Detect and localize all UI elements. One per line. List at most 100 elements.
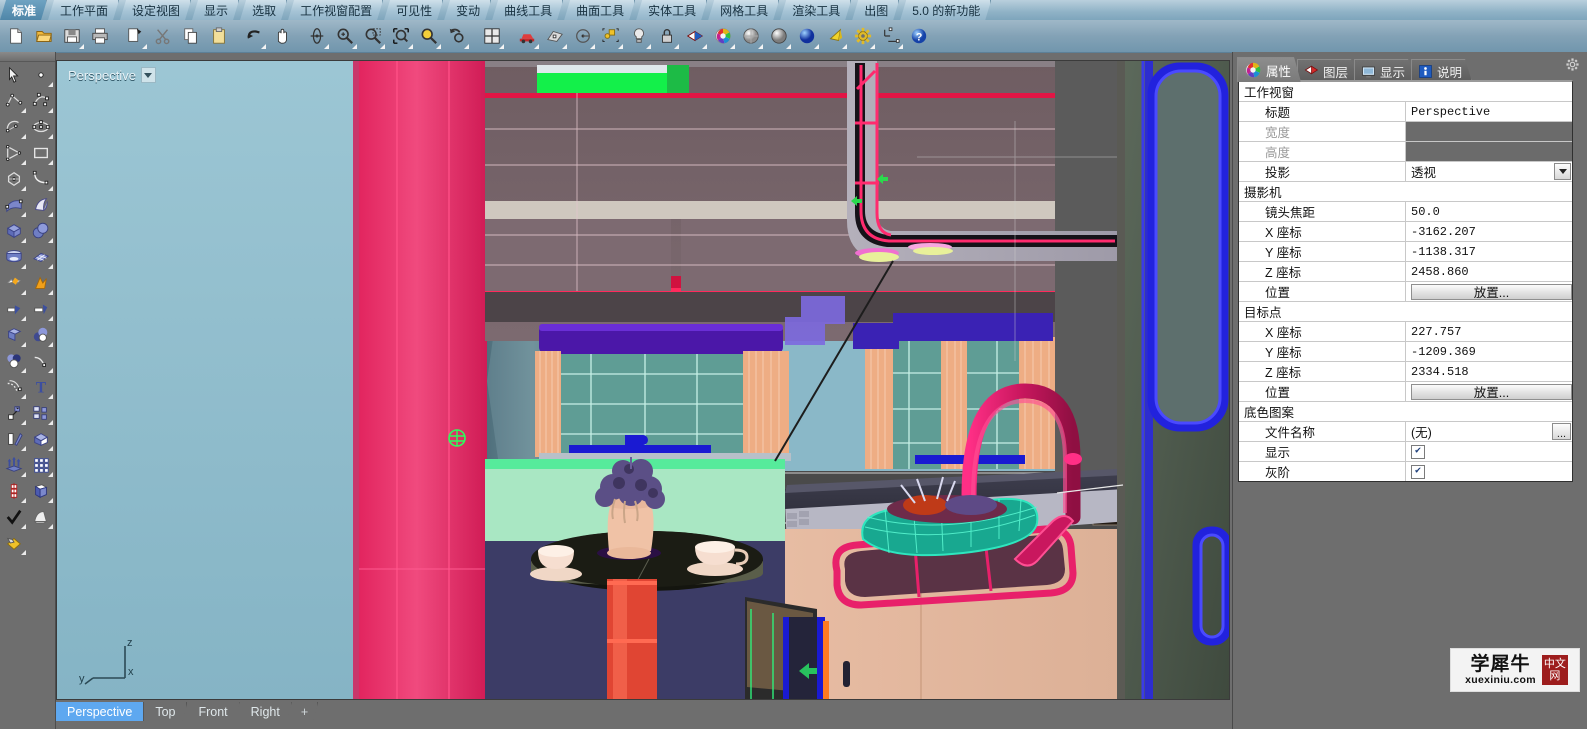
named-cplane-icon[interactable] <box>569 22 596 50</box>
surface-from-curves-icon[interactable] <box>0 192 27 218</box>
menu-tab-11[interactable]: 网格工具 <box>708 0 779 20</box>
property-file-cell[interactable]: (无)... <box>1406 422 1572 441</box>
flyout-arrow-icon[interactable] <box>814 44 819 49</box>
flyout-arrow-icon[interactable] <box>48 368 53 373</box>
viewport-menu-chevron-icon[interactable] <box>140 67 156 83</box>
menu-tab-0[interactable]: 标准 <box>0 0 47 20</box>
flyout-arrow-icon[interactable] <box>21 368 26 373</box>
mesh-plane-icon[interactable] <box>27 244 54 270</box>
flyout-arrow-icon[interactable] <box>21 446 26 451</box>
render-material-icon[interactable] <box>0 530 27 556</box>
flyout-arrow-icon[interactable] <box>870 44 875 49</box>
panel-options-gear-icon[interactable] <box>1565 57 1580 72</box>
select-arrow-icon[interactable] <box>0 62 27 88</box>
undo-icon[interactable] <box>240 22 267 50</box>
rectangle-icon[interactable] <box>27 140 54 166</box>
save-icon[interactable] <box>58 22 85 50</box>
text-tool-icon[interactable]: T <box>27 374 54 400</box>
fillet-edge-icon[interactable] <box>0 322 27 348</box>
color-wheel-icon[interactable] <box>709 22 736 50</box>
menu-tab-5[interactable]: 工作视窗配置 <box>288 0 383 20</box>
zoom-extents-icon[interactable] <box>387 22 414 50</box>
menu-tab-7[interactable]: 变动 <box>444 0 491 20</box>
panel-tab-0[interactable]: 属性 <box>1237 57 1301 82</box>
print-icon[interactable] <box>86 22 113 50</box>
flyout-arrow-icon[interactable] <box>48 238 53 243</box>
flyout-arrow-icon[interactable] <box>758 44 763 49</box>
flyout-arrow-icon[interactable] <box>142 44 147 49</box>
chevron-down-icon[interactable] <box>1554 163 1571 180</box>
flyout-arrow-icon[interactable] <box>48 316 53 321</box>
property-value-cell[interactable]: 放置... <box>1406 382 1572 401</box>
menu-tab-1[interactable]: 工作平面 <box>48 0 119 20</box>
viewport-tab-perspective[interactable]: Perspective <box>56 702 145 721</box>
flyout-arrow-icon[interactable] <box>562 44 567 49</box>
flyout-arrow-icon[interactable] <box>21 394 26 399</box>
polyline-icon[interactable] <box>0 88 27 114</box>
zoom-window-icon[interactable] <box>359 22 386 50</box>
flyout-arrow-icon[interactable] <box>324 44 329 49</box>
menu-tab-8[interactable]: 曲线工具 <box>492 0 563 20</box>
flyout-arrow-icon[interactable] <box>79 44 84 49</box>
palette-drag-handle[interactable] <box>0 52 55 62</box>
light-bulb-icon[interactable] <box>625 22 652 50</box>
set-location-button[interactable]: 放置... <box>1411 383 1572 400</box>
zoom-selected-icon[interactable] <box>415 22 442 50</box>
surface-from-points-icon[interactable] <box>541 22 568 50</box>
flyout-arrow-icon[interactable] <box>21 316 26 321</box>
array-grid-icon[interactable] <box>27 452 54 478</box>
flyout-arrow-icon[interactable] <box>380 44 385 49</box>
property-value-cell[interactable]: 2334.518 <box>1406 362 1572 381</box>
flyout-arrow-icon[interactable] <box>534 44 539 49</box>
flyout-arrow-icon[interactable] <box>48 342 53 347</box>
flyout-arrow-icon[interactable] <box>48 82 53 87</box>
cut-scissors-icon[interactable] <box>149 22 176 50</box>
open-folder-icon[interactable] <box>30 22 57 50</box>
explode-icon[interactable] <box>27 270 54 296</box>
shade-icon[interactable] <box>27 504 54 530</box>
cylinder-solid-icon[interactable] <box>0 244 27 270</box>
flyout-arrow-icon[interactable] <box>21 108 26 113</box>
add-viewport-tab[interactable]: + <box>292 702 318 721</box>
flyout-arrow-icon[interactable] <box>842 44 847 49</box>
flyout-arrow-icon[interactable] <box>48 472 53 477</box>
flyout-arrow-icon[interactable] <box>48 290 53 295</box>
flyout-arrow-icon[interactable] <box>48 446 53 451</box>
checkbox[interactable]: ✔ <box>1411 464 1425 479</box>
property-value-cell[interactable]: 50.0 <box>1406 202 1572 221</box>
property-value-cell[interactable]: -3162.207 <box>1406 222 1572 241</box>
undo-view-icon[interactable] <box>443 22 470 50</box>
flyout-arrow-icon[interactable] <box>590 44 595 49</box>
property-dropdown-cell[interactable]: 透视 <box>1406 162 1572 181</box>
flyout-arrow-icon[interactable] <box>464 44 469 49</box>
zoom-in-icon[interactable] <box>331 22 358 50</box>
extrude-icon[interactable] <box>0 452 27 478</box>
flyout-arrow-icon[interactable] <box>786 44 791 49</box>
flyout-arrow-icon[interactable] <box>21 472 26 477</box>
sphere-solid-icon[interactable] <box>27 218 54 244</box>
dimension-icon[interactable] <box>877 22 904 50</box>
property-checkbox-cell[interactable]: ✔ <box>1406 462 1572 481</box>
viewport-tab-top[interactable]: Top <box>144 702 187 721</box>
menu-tab-6[interactable]: 可见性 <box>384 0 443 20</box>
blue-sphere-icon[interactable] <box>793 22 820 50</box>
point-icon[interactable] <box>27 62 54 88</box>
flyout-arrow-icon[interactable] <box>21 212 26 217</box>
object-properties-icon[interactable] <box>597 22 624 50</box>
flyout-arrow-icon[interactable] <box>646 44 651 49</box>
sweep-surface-icon[interactable] <box>27 192 54 218</box>
flyout-arrow-icon[interactable] <box>48 186 53 191</box>
flyout-arrow-icon[interactable] <box>21 498 26 503</box>
flyout-arrow-icon[interactable] <box>48 394 53 399</box>
panel-tab-1[interactable]: 图层 <box>1297 59 1358 82</box>
check-object-icon[interactable] <box>0 504 27 530</box>
flyout-arrow-icon[interactable] <box>21 160 26 165</box>
shaded-sphere-icon[interactable] <box>737 22 764 50</box>
property-value-cell[interactable]: 227.757 <box>1406 322 1572 341</box>
panel-tab-2[interactable]: 显示 <box>1354 59 1415 82</box>
flyout-arrow-icon[interactable] <box>261 44 266 49</box>
viewport-tab-front[interactable]: Front <box>187 702 239 721</box>
flyout-arrow-icon[interactable] <box>48 420 53 425</box>
rotate-view-icon[interactable] <box>303 22 330 50</box>
boolean-difference-icon[interactable] <box>0 348 27 374</box>
